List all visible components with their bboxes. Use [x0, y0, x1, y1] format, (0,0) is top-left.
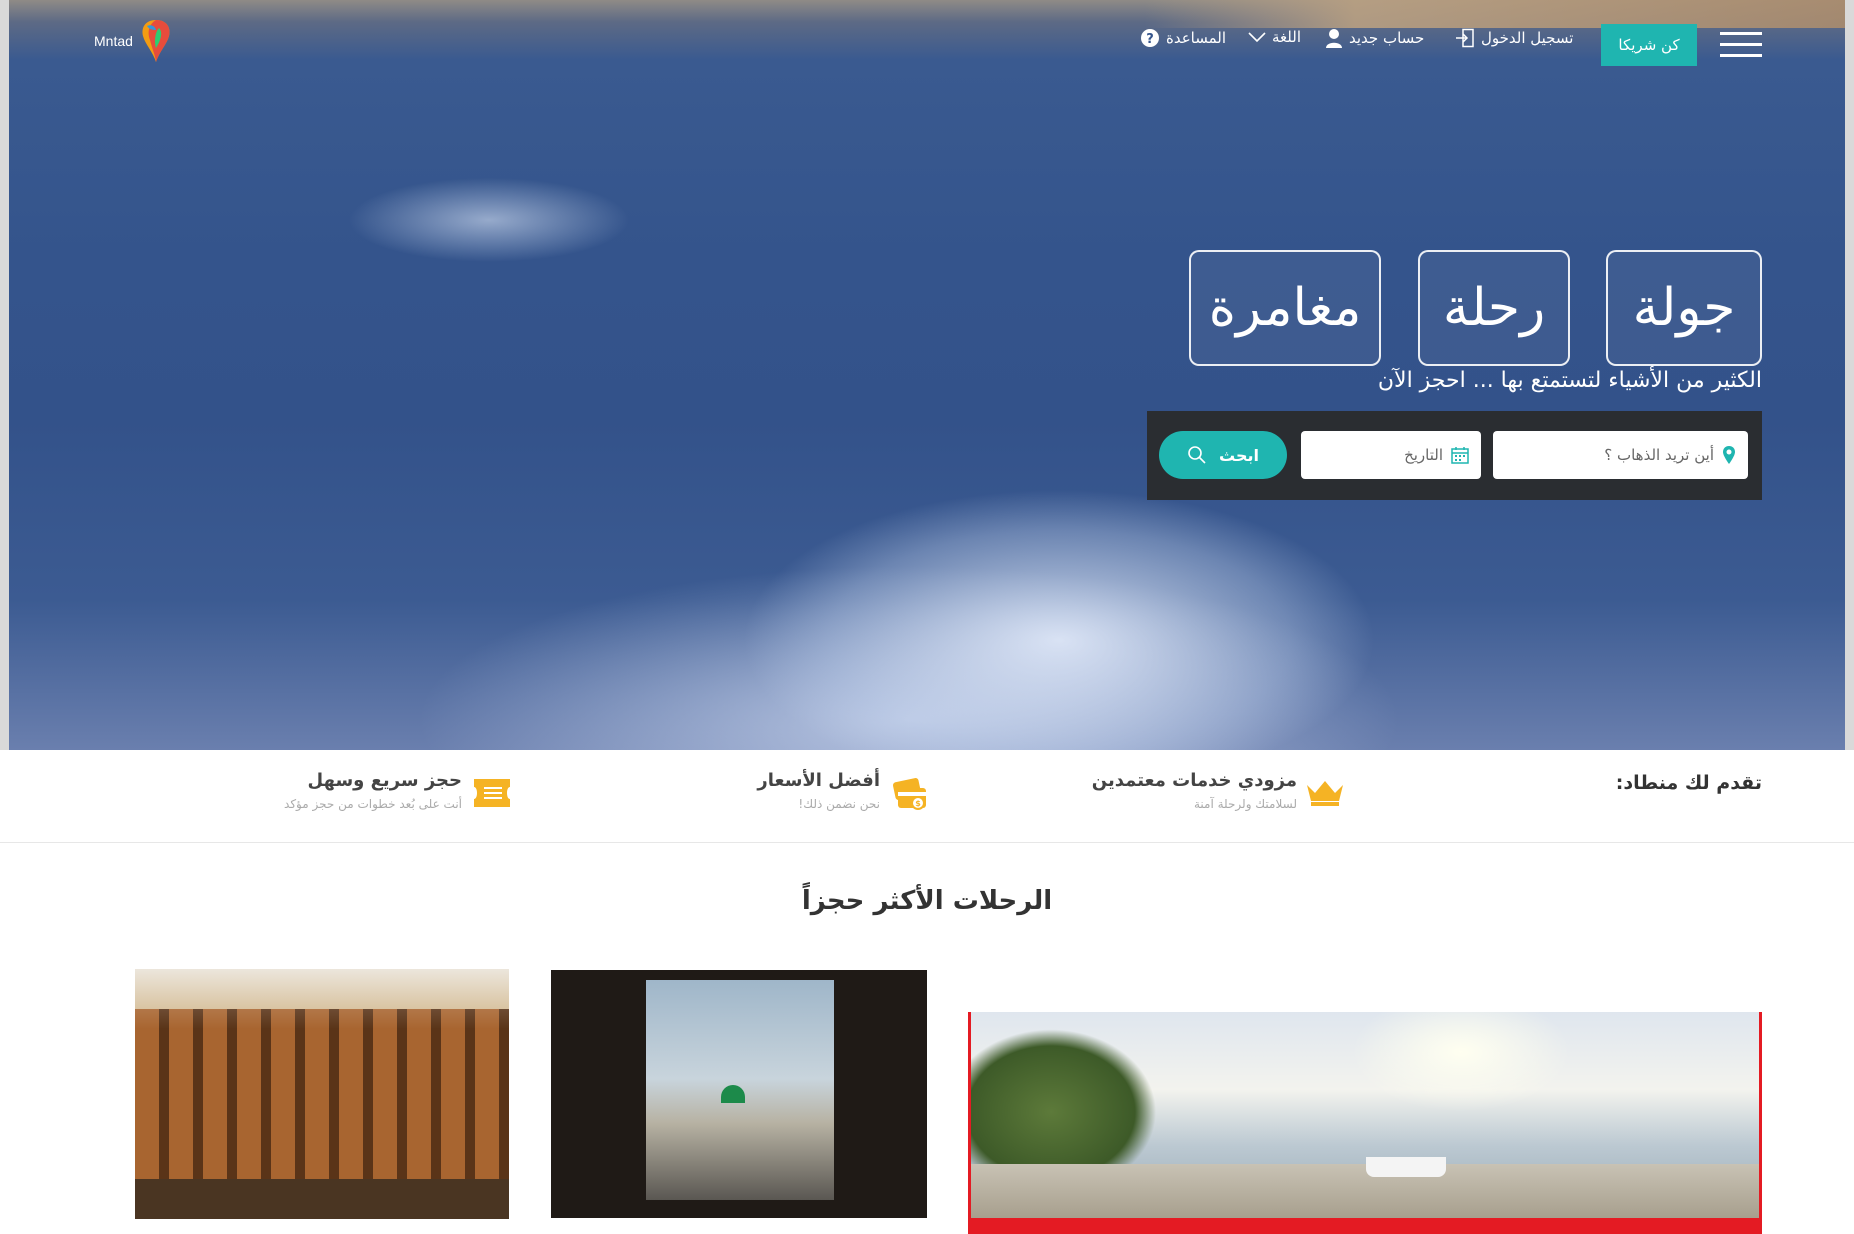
signup-label: حساب جديد — [1349, 29, 1425, 47]
category-adventure[interactable]: مغامرة — [1189, 250, 1381, 366]
destination-field[interactable]: أين تريد الذهاب ؟ — [1493, 431, 1748, 479]
crown-icon — [1307, 781, 1343, 806]
feature-title: مزودي خدمات معتمدين — [1091, 770, 1297, 791]
signup-link[interactable]: حساب جديد — [1325, 28, 1424, 48]
search-button-label: ابحث — [1219, 445, 1259, 465]
features-strip: تقدم لك منطاد: مزودي خدمات معتمدين لسلام… — [0, 750, 1854, 843]
boat-icon — [1366, 1157, 1446, 1177]
features-title: تقدم لك منطاد: — [1615, 772, 1762, 794]
search-bar: أين تريد الذهاب ؟ التاريخ ابحث — [1147, 411, 1762, 500]
map-pin-icon — [1723, 446, 1735, 464]
login-label: تسجيل الدخول — [1481, 29, 1574, 47]
search-button[interactable]: ابحث — [1159, 431, 1287, 479]
price-card-icon: $ — [892, 778, 926, 810]
calendar-icon — [1451, 447, 1469, 464]
feature-title: أفضل الأسعار — [757, 770, 880, 791]
category-tour[interactable]: جولة — [1606, 250, 1762, 366]
feature-fast-booking: حجز سريع وسهل أنت على بُعد خطوات من حجز … — [284, 770, 462, 811]
help-icon: ? — [1141, 29, 1159, 47]
language-label: اللغة — [1272, 28, 1301, 46]
date-placeholder: التاريخ — [1404, 446, 1443, 464]
most-booked-title: الرحلات الأكثر حجزاً — [801, 886, 1053, 916]
feature-title: حجز سريع وسهل — [307, 770, 462, 791]
trip-card[interactable] — [135, 969, 509, 1219]
feature-subtitle: لسلامتك ولرحلة آمنة — [1193, 797, 1297, 811]
logo-text: Mntad — [94, 33, 133, 49]
menu-icon[interactable] — [1720, 32, 1762, 58]
trip-card-featured[interactable] — [968, 1012, 1762, 1234]
svg-text:?: ? — [1146, 32, 1154, 47]
mosque-dome-icon — [721, 1085, 745, 1103]
category-trip[interactable]: رحلة — [1418, 250, 1570, 366]
feature-best-prices: أفضل الأسعار نحن نضمن ذلك! — [757, 770, 880, 811]
search-icon — [1188, 446, 1206, 464]
svg-text:$: $ — [915, 799, 921, 808]
feature-subtitle: نحن نضمن ذلك! — [798, 797, 880, 811]
chevron-down-icon — [1248, 32, 1266, 43]
feature-subtitle: أنت على بُعد خطوات من حجز مؤكد — [284, 797, 462, 811]
page-edge-right — [1845, 0, 1854, 750]
balloon-logo-icon — [142, 20, 170, 62]
user-icon — [1326, 29, 1342, 48]
language-selector[interactable]: اللغة — [1248, 28, 1301, 46]
page-edge-left — [0, 0, 9, 750]
trip-card[interactable] — [551, 970, 927, 1218]
date-field[interactable]: التاريخ — [1301, 431, 1481, 479]
login-icon — [1456, 28, 1474, 48]
hero-tagline: الكثير من الأشياء لتستمتع بها ... احجز ا… — [1377, 368, 1762, 393]
ticket-icon — [474, 779, 510, 807]
feature-certified-providers: مزودي خدمات معتمدين لسلامتك ولرحلة آمنة — [1092, 770, 1297, 811]
destination-placeholder: أين تريد الذهاب ؟ — [1604, 446, 1714, 464]
help-link[interactable]: المساعدة ? — [1140, 28, 1226, 48]
site-logo[interactable]: Mntad — [94, 18, 173, 64]
hero-shoreline — [1145, 0, 1845, 28]
login-link[interactable]: تسجيل الدخول — [1455, 28, 1573, 48]
help-label: المساعدة — [1166, 29, 1227, 47]
become-partner-button[interactable]: كن شريكا — [1601, 24, 1697, 66]
